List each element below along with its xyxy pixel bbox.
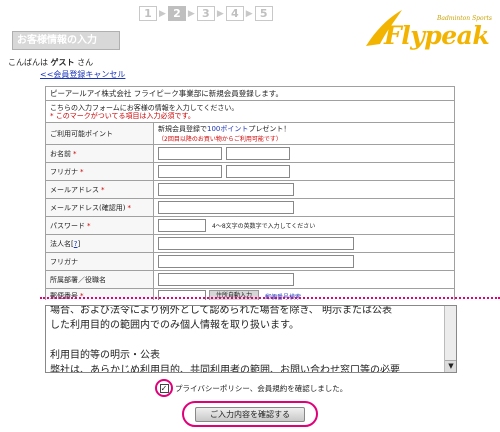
required-mark: * [73,149,77,158]
cancel-registration-link[interactable]: <<会員登録キャンセル [40,69,125,80]
agree-row: ✓ プライバシーポリシー、会員規約を確認しました。 [155,379,347,397]
points-info: 新規会員登録で100ポイントプレゼント！ [158,125,291,133]
cut-dotted-line [40,297,500,299]
first-name-input[interactable] [226,147,290,160]
points-row: ご利用可能ポイント 新規会員登録で100ポイントプレゼント！ （2回目以降のお買… [46,123,454,145]
required-mark: * [127,203,131,212]
greeting-prefix: こんばんは [8,58,48,67]
brand-logo[interactable]: Badminton Sports Flypeak [364,8,496,50]
password-row: パスワード * 4〜8文字の英数字で入力してください [46,217,454,235]
password-hint: 4〜8文字の英数字で入力してください [212,223,316,230]
points-label: ご利用可能ポイント [46,123,154,144]
step-arrow-icon: ▶ [245,8,253,19]
email-confirm-label: メールアドレス(確認用) [50,203,126,212]
required-mark: * [80,167,84,176]
points-amount: 100ポイント [207,125,249,133]
step-5: 5 [254,6,273,21]
step-3: 3 [196,6,215,21]
dept-input[interactable] [158,273,294,286]
name-label: お名前 [50,149,71,158]
name-row: お名前 * [46,145,454,163]
confirm-submit-button[interactable]: ご入力内容を確認する [195,406,305,422]
corp-furigana-input[interactable] [158,255,354,268]
terms-scrollbar[interactable]: ▼ [444,306,456,372]
scroll-down-icon[interactable]: ▼ [445,360,456,372]
dept-label: 所属部署／役職名 [50,275,106,284]
last-name-kana-input[interactable] [158,165,222,178]
furigana-row: フリガナ * [46,163,454,181]
privacy-terms-box[interactable]: 場合、および法令により例外として認められた場合を除き、 明示または公表 した利用… [45,305,457,373]
greeting-name: ゲスト [50,58,75,67]
password-label: パスワード [50,221,85,230]
email-label: メールアドレス [50,185,99,194]
email-input[interactable] [158,183,294,196]
corp-help-link[interactable]: ? [74,240,78,248]
required-note: * このマークがついてる項目は入力必須です。 [50,112,195,120]
page-title: お客様情報の入力 [12,31,120,50]
greeting-suffix: さん [77,58,94,67]
dept-row: 所属部署／役職名 [46,271,454,289]
furigana-label: フリガナ [50,167,78,176]
step-2-active: 2 [167,6,186,21]
last-name-input[interactable] [158,147,222,160]
corp-row: 法人名[?] [46,235,454,253]
agree-label: プライバシーポリシー、会員規約を確認しました。 [175,383,348,393]
intro-line: こちらの入力フォームにお客様の情報を入力してください。 [50,104,239,112]
step-arrow-icon: ▶ [187,8,195,19]
logo-text: Flypeak [384,21,490,50]
email-confirm-row: メールアドレス(確認用) * [46,199,454,217]
greeting: こんばんは ゲスト さん [8,57,93,68]
form-intro: こちらの入力フォームにお客様の情報を入力してください。 * このマークがついてる… [46,101,454,123]
required-mark: * [101,185,105,194]
email-confirm-input[interactable] [158,201,294,214]
corp-furigana-row: フリガナ [46,253,454,271]
step-indicator: 1 ▶ 2 ▶ 3 ▶ 4 ▶ 5 [139,6,273,21]
terms-heading: 利用目的等の明示・公表 [50,350,160,361]
email-row: メールアドレス * [46,181,454,199]
step-4: 4 [225,6,244,21]
terms-line: した利用目的の範囲内でのみ個人情報を取り扱います。 [50,320,299,331]
first-name-kana-input[interactable] [226,165,290,178]
form-header: ピーアールアイ株式会社 フライピーク事業部に新規会員登録します。 [46,87,454,101]
step-arrow-icon: ▶ [216,8,224,19]
terms-line: 場合、および法令により例外として認められた場合を除き、 明示または公表 [50,305,392,316]
step-1: 1 [139,6,157,21]
corp-input[interactable] [158,237,354,250]
agree-highlight: ✓ [155,379,173,397]
corp-label: 法人名 [50,239,71,248]
points-note: （2回目以降のお買い物からご利用可能です） [158,136,282,143]
registration-form: ピーアールアイ株式会社 フライピーク事業部に新規会員登録します。 こちらの入力フ… [45,86,455,304]
terms-line [50,333,440,348]
corp-furigana-label: フリガナ [50,257,78,266]
step-arrow-icon: ▶ [159,8,166,19]
terms-line: 弊社は、あらかじめ利用目的、共同利用者の範囲、お問い合わせ窓口等の必要 [50,365,400,373]
required-mark: * [87,221,91,230]
password-input[interactable] [158,219,206,232]
agree-checkbox[interactable]: ✓ [159,383,169,393]
submit-highlight: ご入力内容を確認する [182,401,318,427]
